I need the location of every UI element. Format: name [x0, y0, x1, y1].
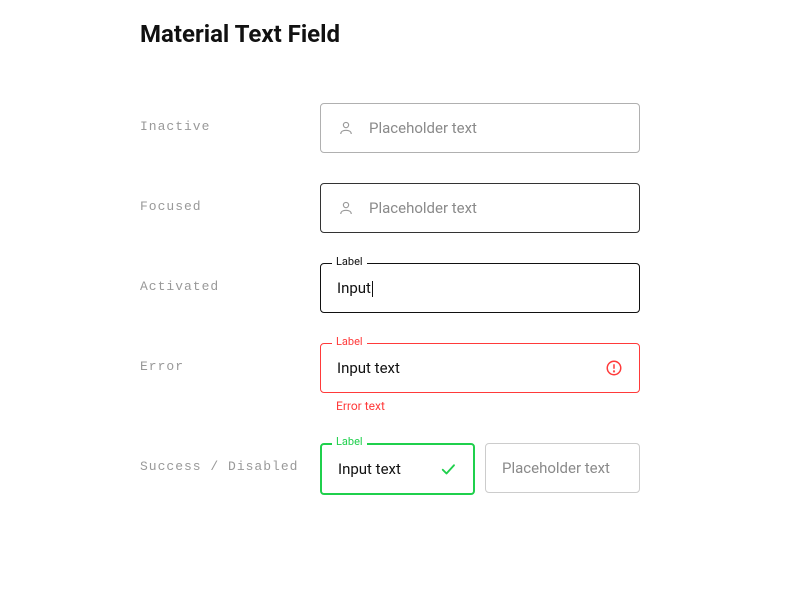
placeholder-text: Placeholder text [369, 199, 477, 217]
floating-label: Label [332, 256, 367, 267]
state-label-success-disabled: Success / Disabled [140, 443, 320, 474]
state-label-activated: Activated [140, 263, 320, 294]
placeholder-text: Placeholder text [369, 119, 477, 137]
input-value: Input text [338, 460, 425, 478]
state-label-error: Error [140, 343, 320, 374]
row-focused: Focused Placeholder text [140, 183, 800, 233]
row-inactive: Inactive Placeholder text [140, 103, 800, 153]
input-value: Input [337, 279, 623, 297]
floating-label: Label [332, 336, 367, 347]
row-success-disabled: Success / Disabled Label Input text Plac… [140, 443, 800, 495]
textfield-error[interactable]: Input text [320, 343, 640, 393]
floating-label: Label [332, 436, 367, 447]
check-icon [439, 460, 457, 478]
row-error: Error Label Input text Error text [140, 343, 800, 413]
cursor-icon [372, 281, 373, 297]
page-title: Material Text Field [140, 20, 800, 48]
textfield-inactive[interactable]: Placeholder text [320, 103, 640, 153]
row-activated: Activated Label Input [140, 263, 800, 313]
input-value: Input text [337, 359, 591, 377]
textfield-focused[interactable]: Placeholder text [320, 183, 640, 233]
textfield-disabled: Placeholder text [485, 443, 640, 493]
placeholder-text: Placeholder text [502, 459, 610, 477]
state-label-inactive: Inactive [140, 103, 320, 134]
state-label-focused: Focused [140, 183, 320, 214]
textfield-activated[interactable]: Input [320, 263, 640, 313]
error-helper-text: Error text [320, 399, 640, 413]
error-icon [605, 359, 623, 377]
textfield-success[interactable]: Input text [320, 443, 475, 495]
user-icon [337, 199, 355, 217]
user-icon [337, 119, 355, 137]
